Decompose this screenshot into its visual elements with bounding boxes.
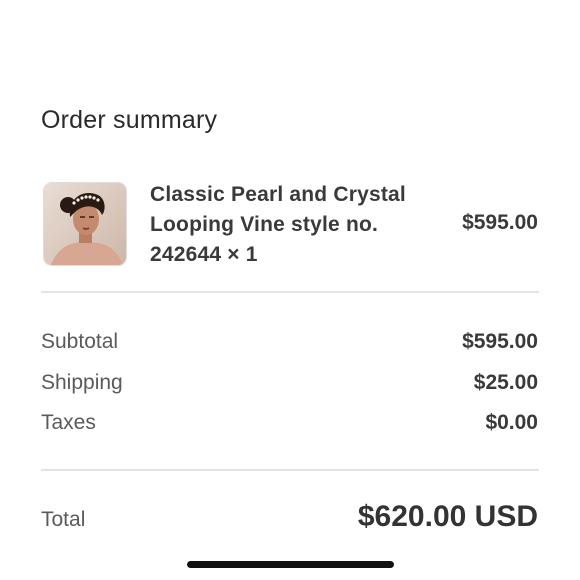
bride-photo-thumbnail-icon (44, 183, 126, 265)
order-summary-page: Order summary Classic Pearl and Crystal … (0, 0, 580, 580)
shipping-label: Shipping (41, 371, 123, 394)
product-line-item: Classic Pearl and Crystal Looping Vine s… (43, 180, 538, 270)
shipping-row: Shipping $25.00 (41, 371, 538, 401)
divider-bottom (41, 469, 539, 471)
subtotal-label: Subtotal (41, 330, 119, 353)
order-summary-title: Order summary (41, 106, 218, 134)
divider-top (41, 291, 539, 293)
home-indicator[interactable] (187, 561, 394, 568)
product-name: Classic Pearl and Crystal Looping Vine s… (150, 183, 406, 266)
total-row: Total $620.00 USD (41, 500, 538, 540)
subtotal-value: $595.00 (462, 330, 538, 353)
taxes-value: $0.00 (485, 411, 538, 434)
total-value: $620.00 USD (357, 500, 538, 533)
product-price: $595.00 (462, 211, 538, 234)
shipping-value: $25.00 (473, 371, 538, 394)
taxes-label: Taxes (41, 411, 96, 434)
total-label: Total (41, 508, 86, 531)
taxes-row: Taxes $0.00 (41, 411, 538, 441)
subtotal-row: Subtotal $595.00 (41, 330, 538, 360)
product-thumbnail (43, 182, 127, 266)
